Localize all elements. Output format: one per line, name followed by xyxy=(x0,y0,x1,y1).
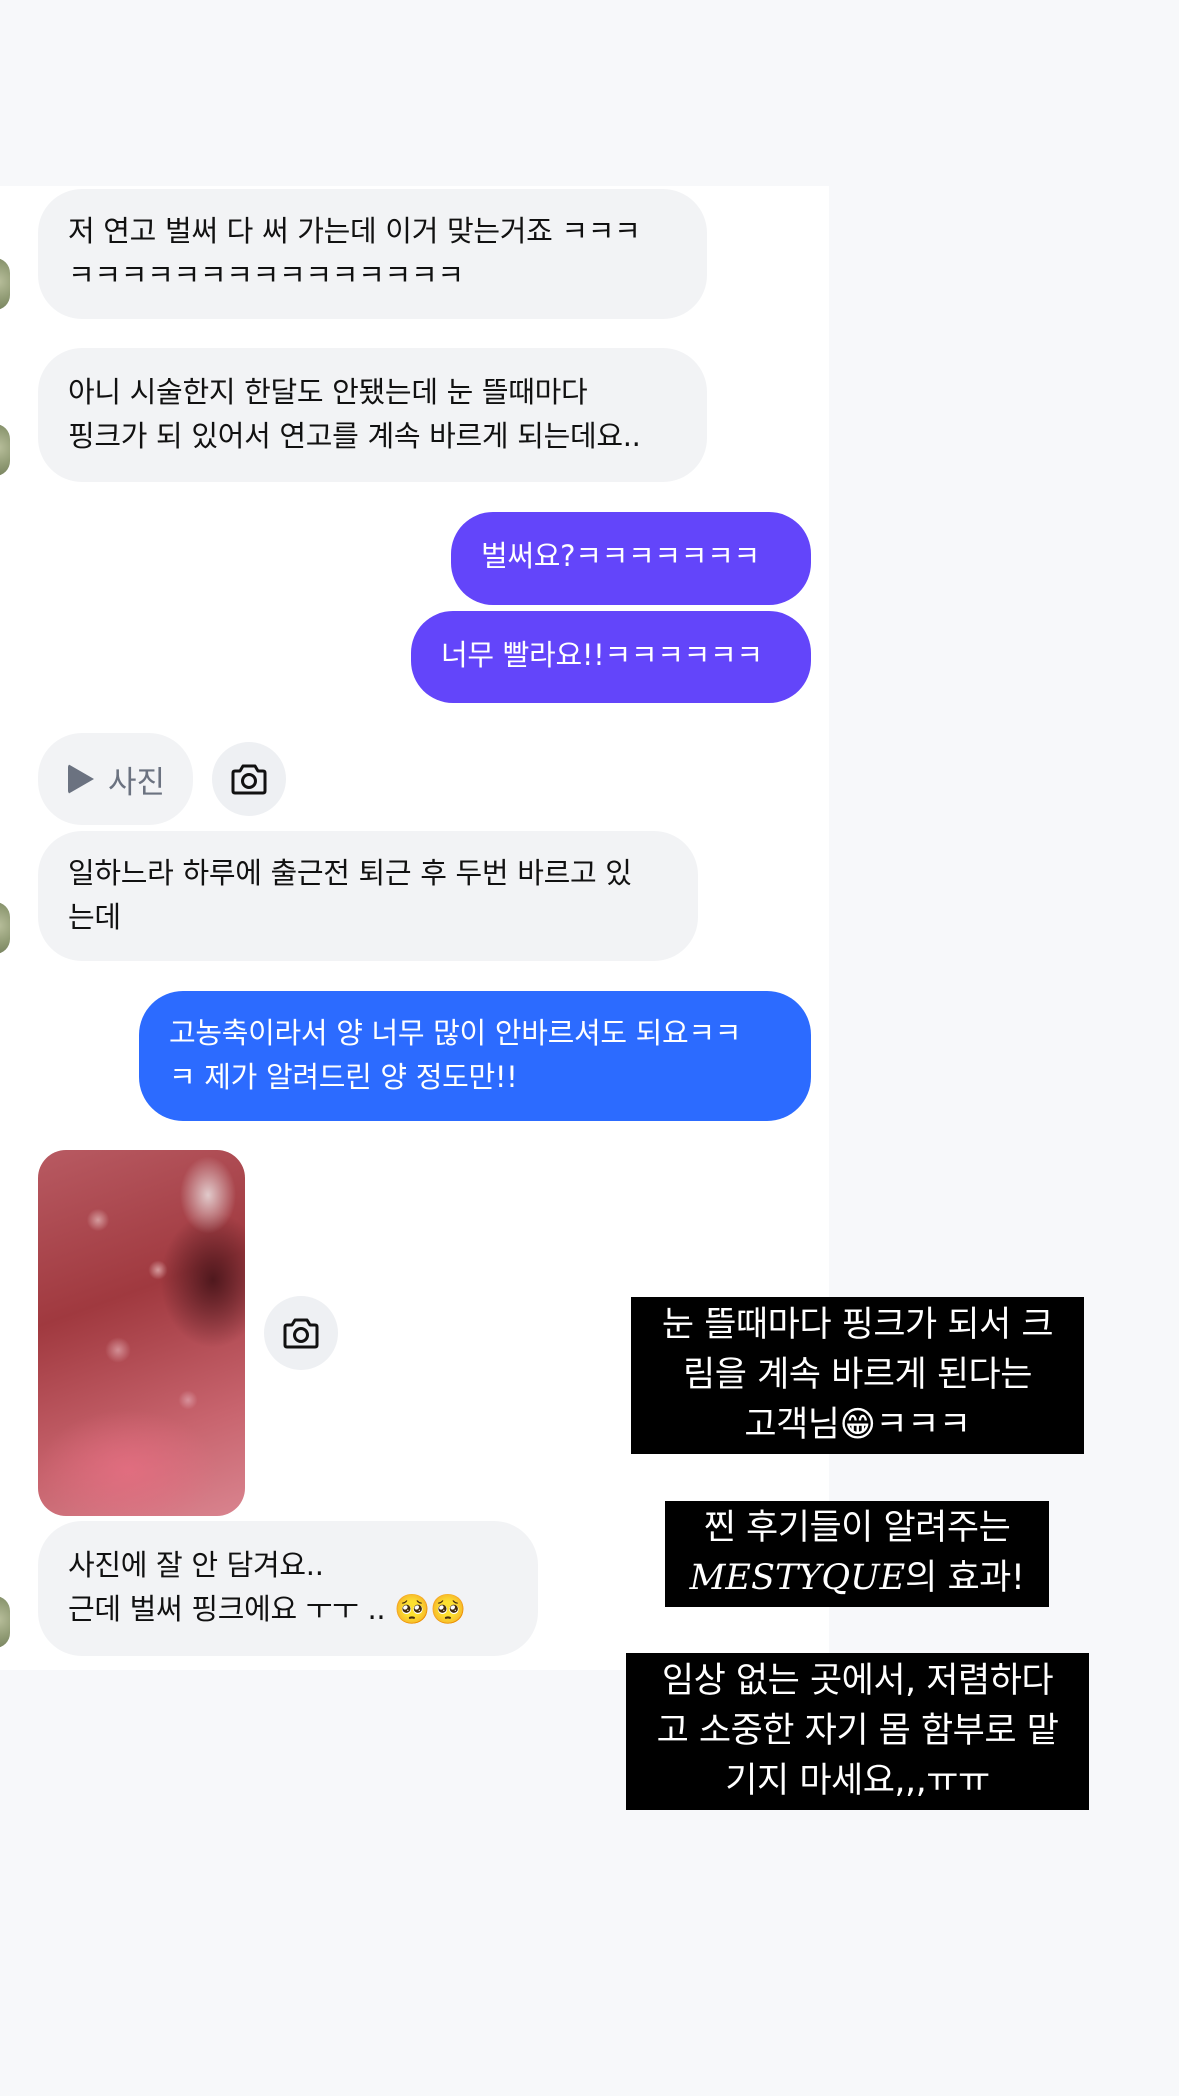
caption-box: 찐 후기들이 알려주는 MESTYQUE의 효과! xyxy=(665,1501,1049,1607)
incoming-message[interactable]: 일하느라 하루에 출근전 퇴근 후 두번 바르고 있 는데 xyxy=(38,831,698,961)
caption-line: MESTYQUE의 효과! xyxy=(673,1553,1041,1603)
photo-attachment-pill[interactable]: 사진 xyxy=(38,733,193,825)
incoming-message[interactable]: 아니 시술한지 한달도 안됐는데 눈 뜰때마다 핑크가 되 있어서 연고를 계속… xyxy=(38,348,707,482)
caption-line: 찐 후기들이 알려주는 xyxy=(703,1508,1011,1548)
outgoing-message[interactable]: 너무 빨라요!!ㅋㅋㅋㅋㅋㅋ xyxy=(411,611,811,703)
camera-button[interactable] xyxy=(264,1296,338,1370)
camera-button[interactable] xyxy=(212,742,286,816)
caption-box: 임상 없는 곳에서, 저렴하다 고 소중한 자기 몸 함부로 맡 기지 마세요,… xyxy=(626,1653,1089,1810)
incoming-message[interactable]: 저 연고 벌써 다 써 가는데 이거 맞는거죠 ㅋㅋㅋ ㅋㅋㅋㅋㅋㅋㅋㅋㅋㅋㅋㅋ… xyxy=(38,189,707,319)
camera-icon xyxy=(231,764,267,795)
shared-photo[interactable] xyxy=(38,1150,245,1516)
play-icon xyxy=(68,764,94,794)
photo-label: 사진 xyxy=(108,764,166,801)
caption-box: 눈 뜰때마다 핑크가 되서 크 림을 계속 바르게 된다는 고객님😁ㅋㅋㅋ xyxy=(631,1297,1084,1454)
camera-icon xyxy=(283,1318,319,1349)
caption-suffix: 의 효과! xyxy=(905,1558,1025,1598)
outgoing-message[interactable]: 벌써요?ㅋㅋㅋㅋㅋㅋㅋ xyxy=(451,512,811,605)
outgoing-message[interactable]: 고농축이라서 양 너무 많이 안바르셔도 되요ㅋㅋ ㅋ 제가 알려드린 양 정도… xyxy=(139,991,811,1121)
incoming-message[interactable]: 사진에 잘 안 담겨요.. 근데 벌써 핑크에요 ㅜㅜ .. 🥺🥺 xyxy=(38,1521,538,1656)
message-line: 사진에 잘 안 담겨요.. xyxy=(68,1548,324,1582)
brand-name: MESTYQUE xyxy=(689,1558,906,1598)
message-line: 근데 벌써 핑크에요 ㅜㅜ .. 🥺🥺 xyxy=(68,1592,466,1626)
